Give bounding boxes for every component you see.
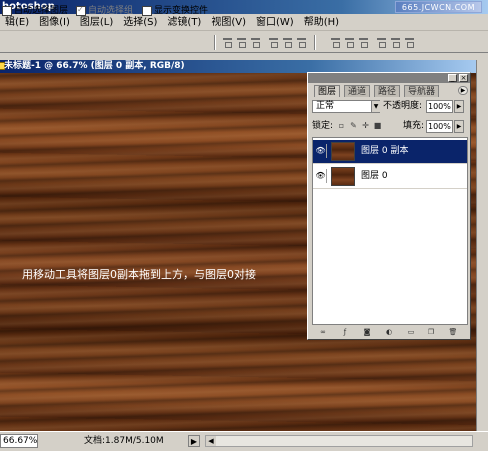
eye-icon[interactable]: 👁 [315, 169, 327, 183]
distribute-vertical-center-icon[interactable] [344, 36, 355, 48]
layer-name: 图层 0 [361, 171, 388, 181]
app-title-bar: hotoshop 665.JCWCN.COM [0, 0, 488, 14]
menu-bar: 辑(E) 图像(I) 图层(L) 选择(S) 滤镜(T) 视图(V) 窗口(W)… [0, 14, 488, 31]
vertical-scrollbar[interactable] [476, 60, 488, 431]
distribute-bottom-icon[interactable] [358, 36, 369, 48]
align-left-icon[interactable] [268, 36, 279, 48]
checkbox-box[interactable] [76, 4, 86, 16]
layer-row-base[interactable]: 👁 图层 0 [313, 165, 467, 189]
tab-paths[interactable]: 路径 [374, 85, 401, 97]
toolbar-separator [214, 35, 216, 50]
align-horizontal-center-icon[interactable] [282, 36, 293, 48]
tab-layers[interactable]: 图层 [314, 85, 341, 97]
zoom-level-field[interactable]: 66.67% [0, 434, 38, 448]
canvas-instruction-text: 用移动工具将图层0副本拖到上方，与图层0对接 [22, 268, 256, 281]
status-menu-arrow-icon[interactable]: ▶ [188, 435, 200, 447]
tab-channels[interactable]: 通道 [344, 85, 371, 97]
horizontal-scrollbar[interactable]: ◀ [205, 435, 473, 447]
scroll-left-icon[interactable]: ◀ [206, 436, 216, 446]
distribute-right-icon[interactable] [404, 36, 415, 48]
blend-mode-select[interactable]: 正常 ▼ [312, 100, 380, 113]
palette-close-icon[interactable]: × [459, 74, 468, 82]
palette-footer: ∞ ƒ ◙ ◐ ▭ ❐ 🗑 [308, 327, 470, 339]
lock-image-pixels-icon[interactable]: ✎ [349, 121, 358, 130]
new-group-icon[interactable]: ▭ [406, 327, 416, 337]
toolbar-separator [314, 35, 316, 50]
layer-style-icon[interactable]: ƒ [340, 327, 350, 337]
link-layers-icon[interactable]: ∞ [318, 327, 328, 337]
new-layer-icon[interactable]: ❐ [426, 327, 436, 337]
align-top-icon[interactable] [222, 36, 233, 48]
palette-minimize-icon[interactable]: _ [448, 74, 457, 82]
layer-row-copy[interactable]: 👁 图层 0 副本 [313, 140, 467, 164]
delete-layer-icon[interactable]: 🗑 [448, 327, 458, 337]
palette-menu-icon[interactable]: ▶ [458, 86, 468, 95]
layer-list: 👁 图层 0 副本 👁 图层 0 [312, 137, 468, 325]
show-transform-label: 显示变换控件 [154, 6, 209, 16]
checkbox-box[interactable] [142, 6, 152, 16]
layer-name: 图层 0 副本 [361, 146, 409, 156]
menu-view[interactable]: 视图(V) [206, 14, 251, 31]
align-vertical-center-icon[interactable] [236, 36, 247, 48]
palette-tabs: 图层 通道 路径 导航器 [308, 85, 470, 97]
menu-window[interactable]: 窗口(W) [251, 14, 299, 31]
lock-all-icon[interactable]: ■ [373, 121, 382, 130]
tab-navigator[interactable]: 导航器 [404, 85, 440, 97]
fill-slider-arrow-icon[interactable]: ▶ [454, 120, 464, 133]
status-bar: 66.67% 文档:1.87M/5.10M ▶ ◀ [0, 431, 488, 451]
auto-select-layer-checkbox[interactable]: 自动选择图层 [2, 5, 68, 17]
distribute-horizontal-center-icon[interactable] [390, 36, 401, 48]
palette-title-bar[interactable]: _ × [308, 73, 470, 83]
layer-thumbnail [331, 167, 355, 186]
layers-palette: _ × 图层 通道 路径 导航器 ▶ 正常 ▼ 不透明度: 100% ▶ 锁定:… [307, 72, 471, 340]
distribute-top-icon[interactable] [330, 36, 341, 48]
lock-label: 锁定: [312, 121, 334, 131]
layer-mask-icon[interactable]: ◙ [362, 327, 372, 337]
opacity-slider-arrow-icon[interactable]: ▶ [454, 100, 464, 113]
opacity-input[interactable]: 100% [426, 100, 453, 113]
menu-help[interactable]: 帮助(H) [299, 14, 344, 31]
lock-transparency-icon[interactable]: ▫ [337, 121, 346, 130]
auto-select-group-checkbox[interactable]: 自动选择组 [76, 4, 134, 17]
fill-input[interactable]: 100% [426, 120, 453, 133]
distribute-left-icon[interactable] [376, 36, 387, 48]
chevron-down-icon[interactable]: ▼ [371, 101, 380, 112]
fill-label: 填充: [403, 121, 425, 131]
show-transform-checkbox[interactable]: 显示变换控件 [142, 5, 208, 17]
align-right-icon[interactable] [296, 36, 307, 48]
lock-position-icon[interactable]: ✛ [361, 121, 370, 130]
document-size-info: 文档:1.87M/5.10M [84, 436, 164, 446]
site-watermark: 665.JCWCN.COM [394, 1, 482, 13]
align-bottom-icon[interactable] [250, 36, 261, 48]
checkbox-box[interactable] [2, 6, 12, 16]
blend-mode-value: 正常 [316, 101, 335, 111]
layer-thumbnail [331, 142, 355, 161]
opacity-label: 不透明度: [383, 101, 423, 111]
auto-select-layer-label: 自动选择图层 [14, 6, 69, 16]
document-title: 未标题-1 @ 66.7% (图层 0 副本, RGB/8) [4, 61, 185, 71]
eye-icon[interactable]: 👁 [315, 144, 327, 158]
auto-select-group-label: 自动选择组 [88, 6, 134, 16]
adjustment-layer-icon[interactable]: ◐ [384, 327, 394, 337]
